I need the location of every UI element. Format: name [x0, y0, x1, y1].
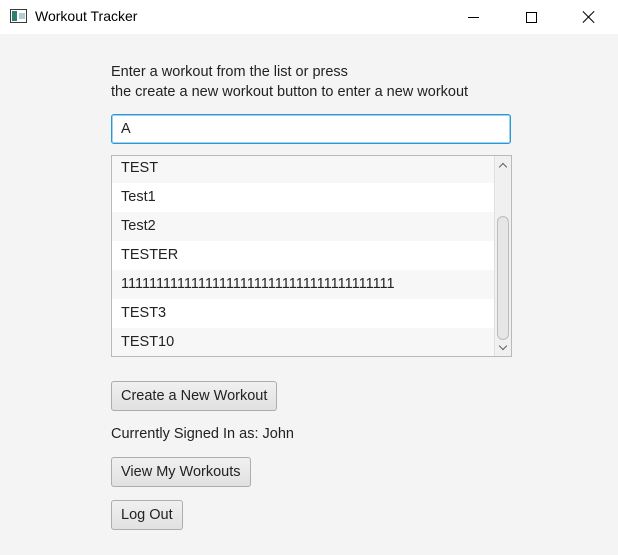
scroll-down-button[interactable] [495, 339, 511, 356]
list-scrollbar[interactable] [494, 156, 511, 356]
window-title: Workout Tracker [35, 8, 138, 24]
title-bar: Workout Tracker [0, 0, 618, 34]
close-button[interactable] [560, 0, 618, 34]
list-item[interactable]: Test1 [112, 183, 496, 212]
signed-in-status: Currently Signed In as: John [111, 426, 294, 442]
scroll-thumb[interactable] [497, 216, 509, 340]
list-item[interactable]: Test2 [112, 212, 496, 241]
workout-list-items: TEST Test1 Test2 TESTER 11111111111111111111… [112, 156, 496, 356]
minimize-button[interactable] [444, 0, 502, 34]
list-item[interactable]: TEST3 [112, 299, 496, 328]
chevron-up-icon [498, 162, 508, 171]
workout-search-input[interactable] [111, 114, 511, 144]
maximize-button[interactable] [502, 0, 560, 34]
log-out-button[interactable]: Log Out [111, 500, 183, 530]
minimize-icon [467, 16, 479, 18]
app-window-icon [10, 9, 27, 23]
list-item[interactable]: TESTER [112, 241, 496, 270]
app-window: Workout Tracker Enter a workout from the… [0, 0, 618, 555]
chevron-down-icon [498, 341, 508, 350]
maximize-icon [525, 11, 537, 23]
instructions-line-1: Enter a workout from the list or press [111, 64, 348, 80]
workout-list[interactable]: TEST Test1 Test2 TESTER 11111111111111111111… [111, 155, 512, 357]
create-new-workout-button[interactable]: Create a New Workout [111, 381, 278, 411]
instructions-line-2: the create a new workout button to enter… [111, 84, 469, 100]
list-item[interactable]: TEST [112, 156, 496, 183]
scroll-up-button[interactable] [495, 156, 511, 173]
list-item[interactable]: TEST10 [112, 328, 496, 356]
view-my-workouts-button[interactable]: View My Workouts [111, 457, 251, 487]
list-item[interactable]: 111111111111111111111111111111111111111 [112, 270, 496, 299]
close-icon [583, 11, 595, 23]
instructions-text: Enter a workout from the list or press t… [111, 62, 468, 102]
